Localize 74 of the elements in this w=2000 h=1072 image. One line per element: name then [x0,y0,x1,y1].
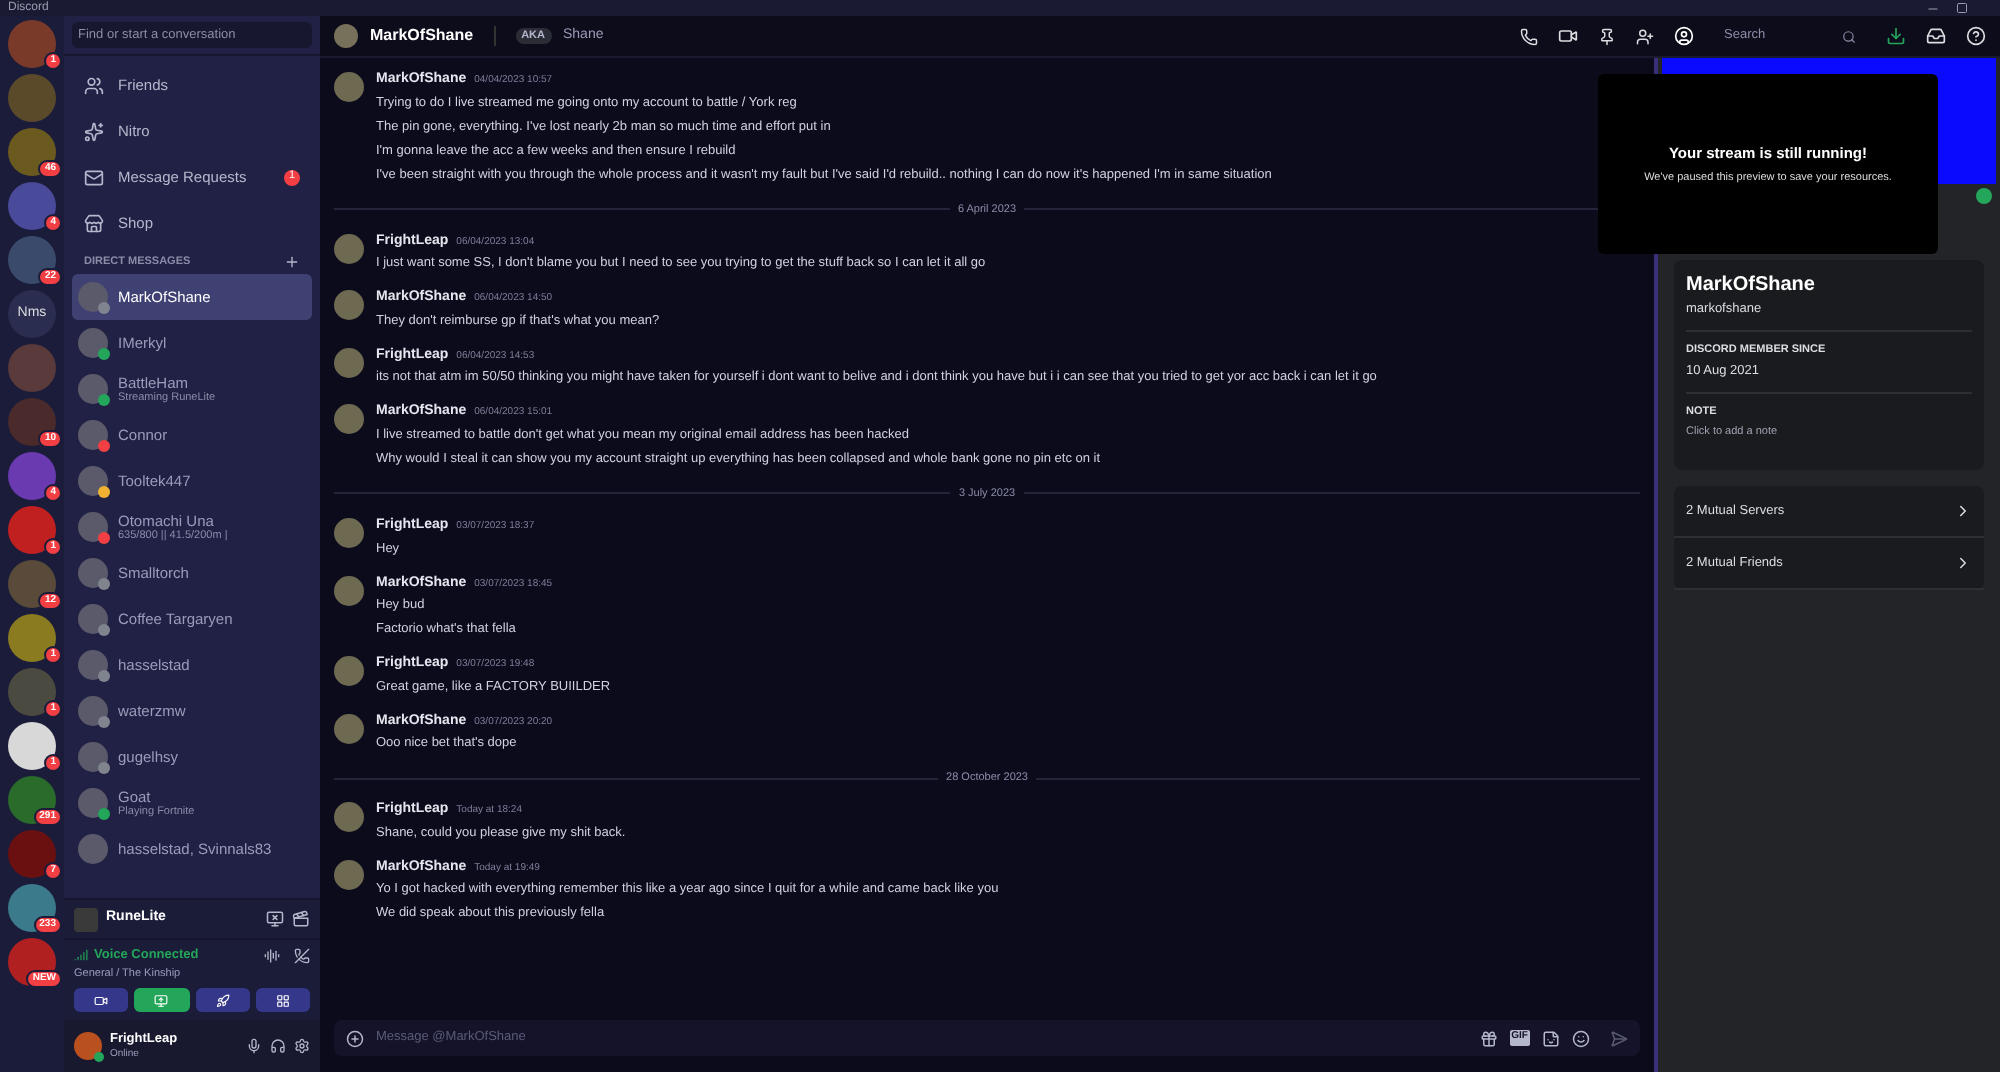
server-icon[interactable] [8,398,56,446]
attach-icon[interactable] [346,1029,364,1047]
avatar [334,290,364,321]
avatar [78,466,108,497]
add-friend-icon[interactable] [1636,27,1654,45]
soundboard-button[interactable] [255,988,310,1012]
server-icon[interactable] [8,128,56,176]
avatar [334,802,364,833]
avatar [334,656,364,686]
avatar [78,604,108,635]
activity-button[interactable] [195,988,250,1012]
add-icon[interactable] [284,254,300,271]
server-icon[interactable] [8,884,56,932]
avatar [78,788,108,819]
camera-button[interactable] [74,988,129,1012]
signal-icon [74,948,88,963]
avatar [334,404,364,435]
avatar [334,24,358,48]
chevron-right-icon [1954,554,1972,573]
pin-icon[interactable] [1598,27,1616,45]
store-icon [84,213,104,233]
activity-icon [215,993,230,1007]
gift-icon[interactable] [1479,1029,1498,1047]
badge-icon [1976,188,1992,204]
chevron-right-icon [1954,502,1972,521]
inbox-icon[interactable] [1926,26,1946,46]
avatar [78,742,108,773]
avatar [78,374,108,405]
camera-icon [94,993,109,1007]
mail-icon [84,167,104,187]
people-icon [84,75,104,95]
server-icon[interactable] [8,236,56,284]
stop-stream-icon[interactable] [266,910,284,928]
call-icon[interactable] [1520,27,1538,45]
avatar [78,420,108,451]
emoji-icon[interactable] [1572,1029,1590,1047]
noise-suppression-icon[interactable] [264,947,280,964]
download-icon[interactable] [1886,26,1906,46]
avatar [78,650,108,681]
help-icon[interactable] [1966,26,1986,46]
avatar [78,834,108,865]
avatar [334,575,364,605]
profile-display-name: MarkOfShane [1686,272,1817,300]
avatar [74,1032,102,1060]
avatar [334,72,364,102]
avatar [334,713,364,743]
send-icon[interactable] [1610,1029,1628,1047]
screen-icon [154,993,169,1007]
avatar [78,282,108,313]
video-call-icon[interactable] [1558,26,1578,46]
microphone-icon[interactable] [246,1038,262,1054]
sparkles-icon [84,121,104,141]
soundboard-icon [275,993,290,1007]
avatar [334,859,364,890]
avatar [334,347,364,378]
server-icon[interactable] [8,776,56,824]
avatar [334,233,364,264]
search-icon [1842,29,1856,43]
server-icon[interactable] [8,722,56,770]
avatar [78,558,108,589]
maximize-icon[interactable] [1956,1,1968,13]
headphones-icon[interactable] [270,1038,286,1054]
screen-share-button[interactable] [134,988,189,1012]
avatar [78,512,108,543]
app-icon [74,907,98,931]
channel-title: MarkOfShane [370,24,474,48]
user-profile-icon[interactable] [1674,26,1694,46]
sticker-icon[interactable] [1542,1029,1560,1047]
settings-icon[interactable] [294,1038,310,1054]
avatar [78,696,108,727]
avatar [334,518,364,548]
avatar [78,328,108,359]
clapperboard-icon[interactable] [292,910,310,928]
disconnect-icon[interactable] [294,947,310,964]
